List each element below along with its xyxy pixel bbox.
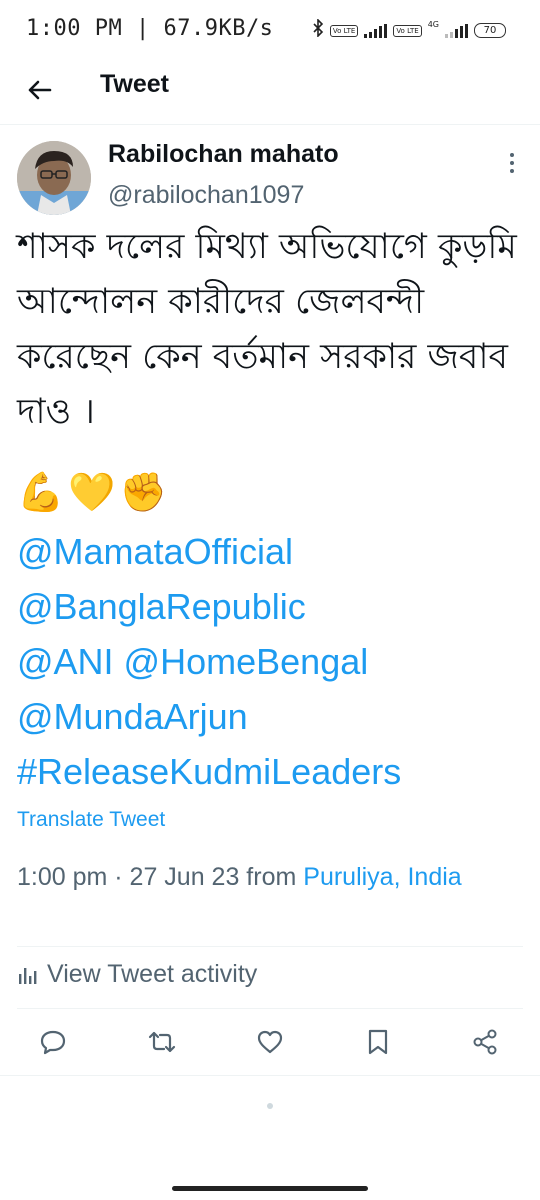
share-icon [473, 1029, 497, 1055]
scroll-indicator [267, 1103, 273, 1109]
network-type: 4G [427, 20, 439, 29]
back-button[interactable] [22, 72, 58, 108]
author-handle[interactable]: @rabilochan1097 [108, 181, 304, 210]
share-button[interactable] [465, 1022, 505, 1062]
tweet-action-bar [0, 1022, 540, 1062]
home-indicator-bar[interactable] [172, 1186, 368, 1191]
more-vertical-icon [510, 153, 514, 173]
emoji-flexed-biceps: 💪 [17, 470, 65, 514]
author-name[interactable]: Rabilochan mahato [108, 140, 339, 169]
app-header: Tweet [0, 60, 540, 125]
hashtag-link[interactable]: #ReleaseKudmiLeaders [17, 750, 401, 794]
tweet-timestamp: 1:00 pm · 27 Jun 23 from Puruliya, India [17, 858, 517, 896]
divider [17, 946, 523, 947]
status-time-speed: 1:00 PM | 67.9KB/s [26, 16, 274, 41]
volte-badge-2: Vo LTE [393, 24, 422, 37]
activity-label: View Tweet activity [47, 960, 258, 988]
mention-link[interactable]: @MamataOfficial [17, 530, 293, 574]
bookmark-icon [368, 1029, 388, 1055]
mention-link[interactable]: @ANI @HomeBengal [17, 640, 368, 684]
network-speed: 67.9KB/s [163, 16, 274, 41]
signal-icon-2 [445, 23, 468, 38]
arrow-left-icon [28, 80, 52, 100]
retweet-button[interactable] [142, 1022, 182, 1062]
reply-icon [40, 1030, 66, 1055]
volte-badge: Vo LTE [329, 24, 359, 37]
tweet-text: শাসক দলের মিথ্যা অভিযোগে কুড়মি আন্দোলন … [17, 227, 517, 432]
heart-icon [257, 1030, 283, 1054]
status-time: 1:00 PM [26, 16, 123, 41]
divider [17, 1008, 523, 1009]
more-options-button[interactable] [500, 148, 524, 178]
divider [0, 1075, 540, 1076]
timestamp-text: 1:00 pm · 27 Jun 23 from [17, 863, 304, 891]
emoji-row: 💪 💛 ✊ [17, 468, 167, 516]
page-title: Tweet [100, 70, 169, 98]
bookmark-button[interactable] [358, 1022, 398, 1062]
like-button[interactable] [250, 1022, 290, 1062]
signal-icon [364, 23, 388, 38]
status-icons: Vo LTE Vo LTE 4G 70 [312, 18, 506, 42]
emoji-raised-fist: ✊ [119, 470, 167, 514]
view-tweet-activity-button[interactable]: View Tweet activity [17, 960, 257, 989]
battery-icon: 70 [474, 23, 506, 38]
mention-link[interactable]: @MundaArjun [17, 695, 248, 739]
reply-button[interactable] [33, 1022, 73, 1062]
status-bar: 1:00 PM | 67.9KB/s Vo LTE Vo LTE 4G 70 [0, 0, 540, 60]
bar-chart-icon [19, 967, 37, 984]
translate-tweet-link[interactable]: Translate Tweet [17, 808, 165, 832]
mention-link[interactable]: @BanglaRepublic [17, 585, 306, 629]
retweet-icon [148, 1031, 176, 1053]
emoji-yellow-heart: 💛 [68, 470, 116, 514]
bluetooth-icon [312, 18, 324, 42]
avatar[interactable] [17, 141, 91, 215]
location-link[interactable]: Puruliya, India [303, 863, 461, 891]
